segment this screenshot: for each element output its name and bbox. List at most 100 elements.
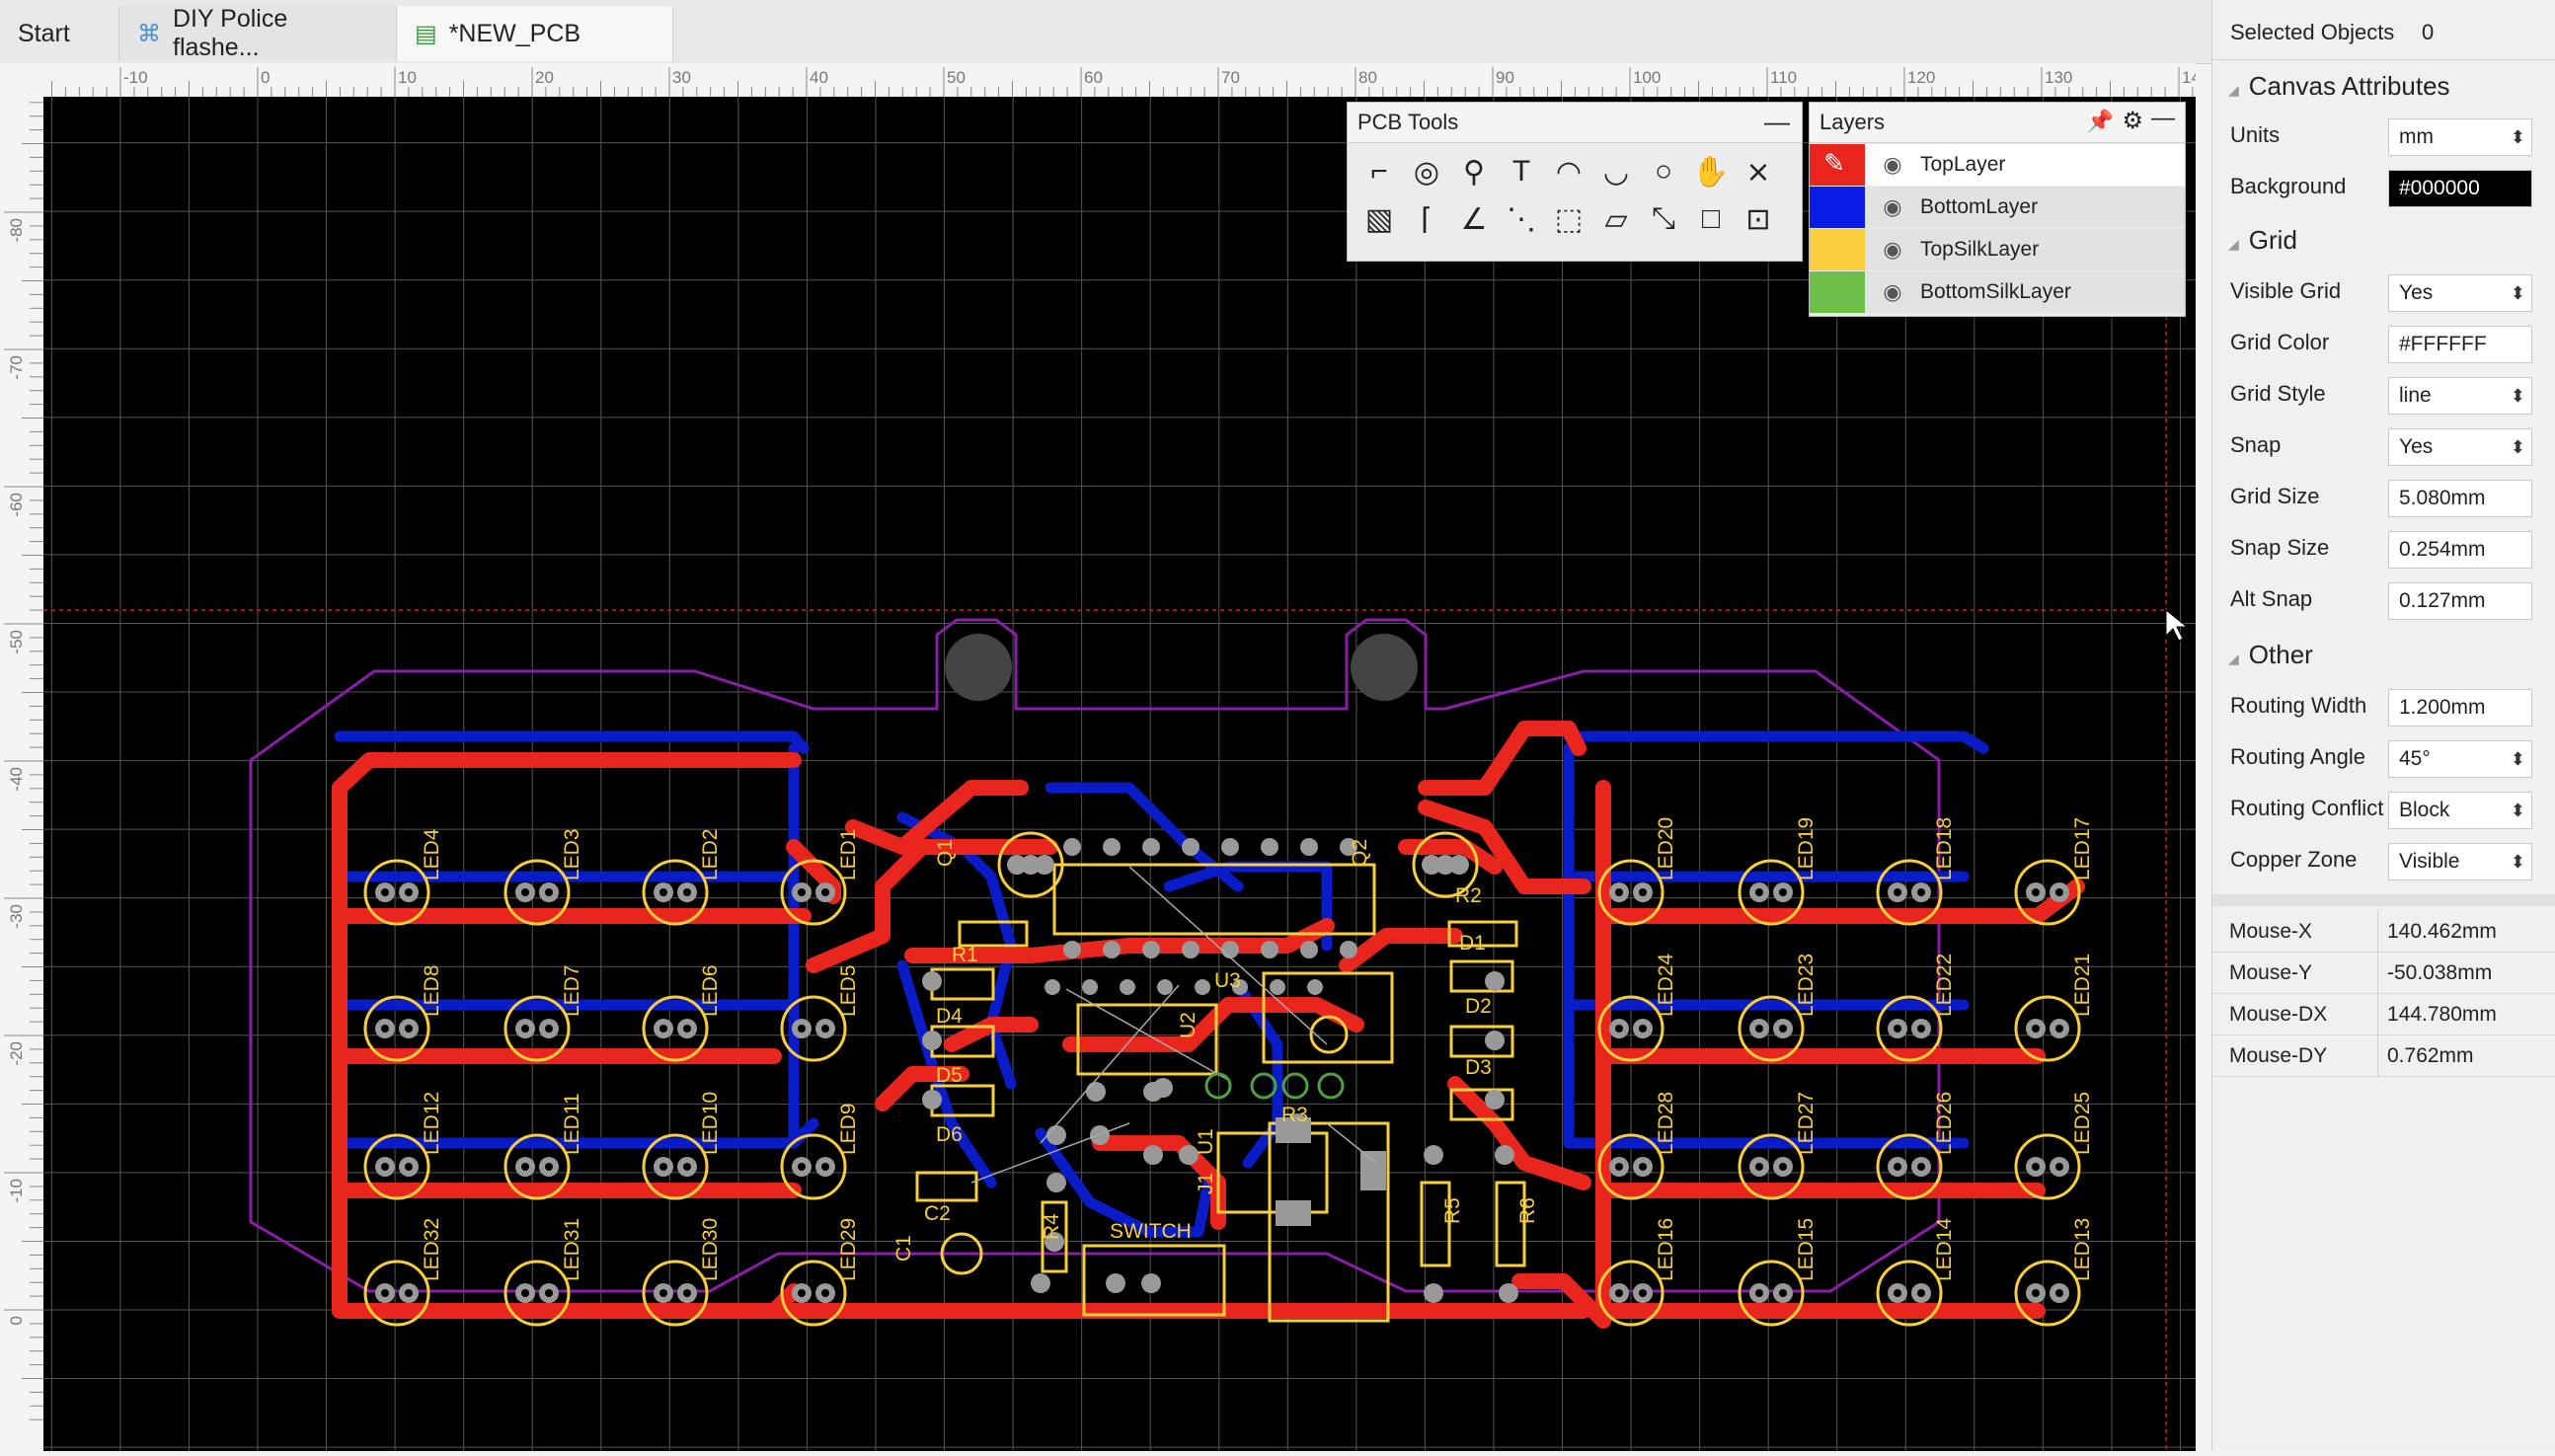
alt-snap-field[interactable]: 0.127mm <box>2388 582 2532 620</box>
arc-icon[interactable]: ◠ <box>1547 150 1590 193</box>
led-label: LED25 <box>2071 1092 2094 1155</box>
led-footprint[interactable]: LED21 <box>2014 954 2094 1062</box>
ruler-label: -60 <box>7 493 26 517</box>
led-label: LED18 <box>1933 817 1956 881</box>
tab-label: DIY Police flashe... <box>173 5 288 61</box>
ruler-label: -50 <box>7 630 26 654</box>
layer-row-top[interactable]: ✎ ◉ TopLayer <box>1810 144 2185 186</box>
routing-width-field[interactable]: 1.200mm <box>2388 689 2532 727</box>
led-label: LED7 <box>561 964 583 1017</box>
component-label: R6 <box>1516 1197 1539 1224</box>
layers-title: Layers <box>1819 110 1886 134</box>
circle-icon[interactable]: ○ <box>1642 150 1685 193</box>
background-color-field[interactable]: #000000 <box>2388 170 2532 207</box>
copper-area-icon[interactable]: ⊡ <box>1737 197 1780 241</box>
grid-color-field[interactable]: #FFFFFF <box>2388 326 2532 363</box>
minimize-icon[interactable]: — <box>1764 107 1790 137</box>
text-icon[interactable]: T <box>1500 150 1543 193</box>
layer-color-swatch[interactable]: ✎ <box>1810 144 1865 186</box>
rectangle-icon[interactable]: □ <box>1689 197 1733 241</box>
other-section[interactable]: ◢ Other <box>2228 640 2313 670</box>
layer-name: BottomLayer <box>1920 195 2039 218</box>
section-title: Canvas Attributes <box>2248 71 2450 101</box>
alt-snap-label: Alt Snap <box>2230 586 2313 611</box>
led-label: LED11 <box>561 1093 583 1155</box>
component-label: R1 <box>952 944 978 966</box>
select-rect-icon[interactable]: ⬚ <box>1547 197 1590 241</box>
led-footprint[interactable]: LED7 <box>503 964 583 1062</box>
tab-start[interactable]: Start <box>0 6 116 61</box>
routing-conflict-select[interactable]: Block <box>2388 792 2532 829</box>
copper-zone-select[interactable]: Visible <box>2388 843 2532 881</box>
led-label: LED19 <box>1795 817 1818 881</box>
eye-icon[interactable]: ◉ <box>1865 194 1920 220</box>
led-label: LED15 <box>1795 1218 1818 1281</box>
collapse-icon: ◢ <box>2228 236 2239 252</box>
units-select[interactable]: mm <box>2388 118 2532 156</box>
via-icon[interactable]: ⚲ <box>1452 150 1496 193</box>
routing-angle-label: Routing Angle <box>2230 744 2365 769</box>
pin-icon[interactable]: 📌 <box>2087 109 2114 134</box>
horizontal-ruler[interactable]: -10 0 10 20 30 40 50 60 70 80 90 100 110 120 130 140 <box>43 63 2209 98</box>
schematic-icon: ⌘ <box>137 20 161 47</box>
connect-pad-icon[interactable]: ⋱ <box>1500 197 1543 241</box>
ruler-label: 50 <box>947 68 966 87</box>
led-label: LED27 <box>1795 1092 1818 1155</box>
track-icon[interactable]: ⌐ <box>1357 150 1401 193</box>
snap-select[interactable]: Yes <box>2388 428 2532 466</box>
eye-icon[interactable]: ◉ <box>1865 152 1920 178</box>
ruler-label: 10 <box>398 68 417 87</box>
grid-size-field[interactable]: 5.080mm <box>2388 480 2532 517</box>
eye-icon[interactable]: ◉ <box>1865 279 1920 305</box>
grid-section[interactable]: ◢ Grid <box>2228 225 2297 256</box>
tab-pcb[interactable]: ▤ *NEW_PCB <box>397 6 673 61</box>
solid-region-icon[interactable]: ▱ <box>1594 197 1638 241</box>
routing-angle-select[interactable]: 45° <box>2388 740 2532 778</box>
tab-bar: Start ⌘ DIY Police flashe... ▤ *NEW_PCB <box>0 0 2211 64</box>
pan-icon[interactable]: ✋ <box>1689 150 1733 193</box>
led-footprint[interactable]: LED8 <box>363 964 443 1062</box>
led-label: LED1 <box>837 828 860 881</box>
layer-color-swatch[interactable] <box>1810 229 1865 270</box>
arc-ccw-icon[interactable]: ◡ <box>1594 150 1638 193</box>
layer-color-swatch[interactable] <box>1810 187 1865 228</box>
section-title: Other <box>2248 640 2313 669</box>
ruler-label: -10 <box>7 1179 26 1203</box>
ruler-label: -30 <box>7 904 26 929</box>
ruler-label: 80 <box>1358 68 1377 87</box>
led-label: LED12 <box>421 1092 443 1155</box>
snap-size-label: Snap Size <box>2230 535 2330 560</box>
image-icon[interactable]: ▧ <box>1357 197 1401 241</box>
tab-schematic[interactable]: ⌘ DIY Police flashe... <box>118 5 397 61</box>
led-label: LED21 <box>2071 954 2094 1017</box>
component-label: U1 <box>1195 1128 1217 1155</box>
gear-icon[interactable]: ⚙ <box>2122 107 2143 135</box>
pad-icon[interactable]: ◎ <box>1405 150 1448 193</box>
grid-style-select[interactable]: line <box>2388 377 2532 415</box>
snap-size-field[interactable]: 0.254mm <box>2388 531 2532 569</box>
led-footprint[interactable]: LED25 <box>2014 1092 2094 1200</box>
layer-row-topsilk[interactable]: ◉ TopSilkLayer <box>1810 229 2185 270</box>
minimize-icon[interactable]: — <box>2151 105 2175 132</box>
ruler-label: -20 <box>7 1041 26 1066</box>
dimension-icon[interactable]: ⌈ <box>1405 197 1448 241</box>
vertical-ruler[interactable]: -80 -70 -60 -50 -40 -30 -20 -10 0 <box>0 97 44 1451</box>
mouse-x-value: 140.462mm <box>2387 920 2497 943</box>
canvas-attributes-section[interactable]: ◢ Canvas Attributes <box>2228 71 2450 102</box>
component-label: Q2 <box>1349 839 1371 867</box>
component-label: D3 <box>1465 1056 1492 1079</box>
measure-icon[interactable]: ⤡ <box>1642 197 1685 241</box>
component-label: R4 <box>1041 1213 1063 1240</box>
layer-color-swatch[interactable] <box>1810 271 1865 313</box>
layer-row-bottomsilk[interactable]: ◉ BottomSilkLayer <box>1810 271 2185 313</box>
led-footprint[interactable]: LED6 <box>642 964 722 1062</box>
visible-grid-select[interactable]: Yes <box>2388 274 2532 312</box>
layer-row-bottom[interactable]: ◉ BottomLayer <box>1810 187 2185 228</box>
led-footprint[interactable]: LED18 <box>1876 817 1956 926</box>
component-label: SWITCH <box>1110 1220 1192 1243</box>
angle-icon[interactable]: ∠ <box>1452 197 1496 241</box>
connect-icon[interactable]: ⨯ <box>1737 150 1780 193</box>
eye-icon[interactable]: ◉ <box>1865 237 1920 263</box>
led-footprint[interactable]: LED19 <box>1738 817 1818 926</box>
led-label: LED14 <box>1933 1217 1956 1281</box>
